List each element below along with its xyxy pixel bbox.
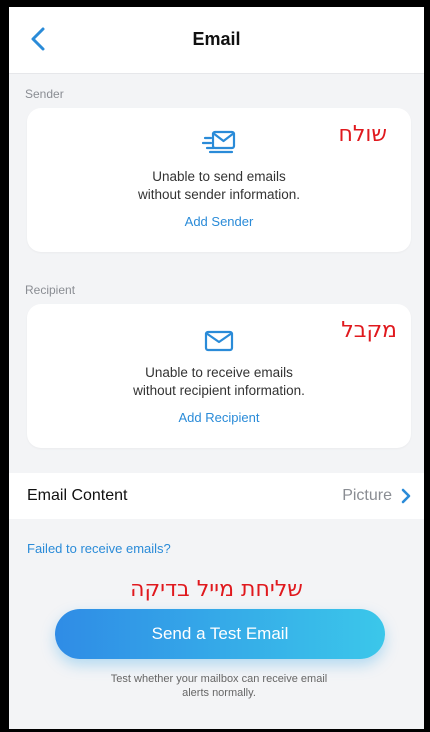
failed-to-receive-link[interactable]: Failed to receive emails? xyxy=(27,541,171,556)
sender-message-line1: Unable to send emails xyxy=(152,169,286,184)
send-test-email-button[interactable]: Send a Test Email xyxy=(55,609,385,659)
recipient-message: Unable to receive emails without recipie… xyxy=(27,364,411,400)
email-send-icon xyxy=(202,130,236,154)
recipient-annotation: מקבל xyxy=(341,318,397,343)
chevron-right-icon xyxy=(401,488,411,504)
nav-header: Email xyxy=(9,7,424,74)
email-content-row[interactable]: Email Content Picture xyxy=(9,473,424,519)
add-recipient-button[interactable]: Add Recipient xyxy=(27,410,411,425)
email-content-value: Picture xyxy=(342,487,392,504)
recipient-message-line2: without recipient information. xyxy=(133,383,305,398)
add-sender-button[interactable]: Add Sender xyxy=(27,214,411,229)
sender-message: Unable to send emails without sender inf… xyxy=(27,168,411,204)
test-hint-line1: Test whether your mailbox can receive em… xyxy=(110,673,328,685)
email-content-label: Email Content xyxy=(27,487,128,504)
sender-card: Unable to send emails without sender inf… xyxy=(27,108,411,252)
sender-annotation: שולח xyxy=(338,122,387,147)
sender-message-line2: without sender information. xyxy=(137,187,301,202)
email-icon xyxy=(204,330,234,352)
test-annotation: שליחת מייל בדיקה xyxy=(130,577,303,602)
test-hint: Test whether your mailbox can receive em… xyxy=(69,672,369,700)
recipient-message-line1: Unable to receive emails xyxy=(145,365,293,380)
page-title: Email xyxy=(192,29,241,49)
recipient-section-label: Recipient xyxy=(25,283,76,297)
recipient-card: Unable to receive emails without recipie… xyxy=(27,304,411,448)
phone-screen: Email Sender Unable to send emails witho… xyxy=(9,7,424,729)
sender-section-label: Sender xyxy=(25,87,64,101)
test-hint-line2: alerts normally. xyxy=(182,687,256,699)
